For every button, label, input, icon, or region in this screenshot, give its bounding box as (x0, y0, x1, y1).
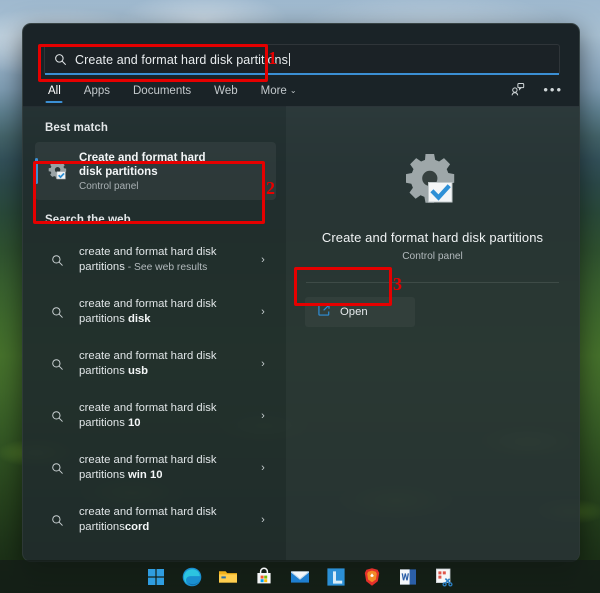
topbar-icons: ••• (510, 82, 563, 97)
search-the-web-heading: Search the web (45, 214, 131, 226)
app-l-icon[interactable] (325, 566, 347, 588)
open-external-icon (317, 303, 331, 322)
chevron-down-icon: ⌄ (289, 86, 297, 95)
web-result-row[interactable]: create and format hard disk partitions 1… (35, 390, 276, 442)
web-result-label: create and format hard disk partitions -… (79, 246, 217, 273)
search-topbar: Create and format hard disk partitions A… (23, 24, 579, 107)
chevron-right-icon[interactable]: › (250, 358, 276, 370)
web-result-label: create and format hard disk partitions d… (79, 298, 217, 325)
search-icon (35, 254, 79, 267)
best-match-title: Create and format hard disk partitions (79, 151, 206, 178)
search-results-column: Best match Create and format hard disk p… (23, 106, 286, 561)
web-result-label: create and format hard disk partitions u… (79, 350, 217, 377)
tab-documents[interactable]: Documents (131, 82, 193, 105)
chevron-right-icon[interactable]: › (250, 306, 276, 318)
search-icon (45, 53, 75, 66)
snipping-tool-icon[interactable] (433, 566, 455, 588)
annotation-number-1: 1 (268, 48, 277, 68)
preview-panel: Create and format hard disk partitions C… (286, 106, 579, 561)
control-panel-gear-check-icon (401, 152, 465, 212)
search-icon (35, 514, 79, 527)
web-result-label: create and format hard disk partitions 1… (79, 402, 217, 429)
microsoft-store-icon[interactable] (253, 566, 275, 588)
more-options-icon[interactable]: ••• (543, 83, 563, 96)
tab-apps[interactable]: Apps (82, 82, 112, 105)
web-result-label: create and format hard disk partitionsco… (79, 506, 217, 533)
search-icon (35, 358, 79, 371)
tab-apps-label: Apps (83, 85, 110, 97)
web-result-row[interactable]: create and format hard disk partitions w… (35, 442, 276, 494)
search-input[interactable]: Create and format hard disk partitions (44, 44, 560, 75)
search-filter-tabs: All Apps Documents Web More ⌄ (46, 82, 299, 105)
best-match-result[interactable]: Create and format hard disk partitions C… (35, 142, 276, 200)
annotation-number-3: 3 (393, 274, 402, 294)
best-match-text: Create and format hard disk partitions C… (79, 151, 276, 192)
start-button[interactable] (145, 566, 167, 588)
tab-more-label: More (260, 85, 287, 97)
best-match-subtitle: Control panel (79, 180, 139, 192)
word-icon[interactable] (397, 566, 419, 588)
annotation-number-2: 2 (266, 178, 275, 198)
tab-all[interactable]: All (46, 82, 63, 105)
edge-icon[interactable] (181, 566, 203, 588)
file-explorer-icon[interactable] (217, 566, 239, 588)
open-button-label: Open (340, 306, 368, 318)
windows-search-panel: Create and format hard disk partitions A… (22, 23, 580, 562)
web-results-list: create and format hard disk partitions -… (23, 234, 286, 546)
web-result-label: create and format hard disk partitions w… (79, 454, 217, 481)
tab-web-label: Web (214, 85, 238, 97)
web-result-row[interactable]: create and format hard disk partitions u… (35, 338, 276, 390)
control-panel-gear-icon (35, 160, 79, 183)
brave-browser-icon[interactable] (361, 566, 383, 588)
search-icon (35, 306, 79, 319)
chevron-right-icon[interactable]: › (250, 462, 276, 474)
search-input-value: Create and format hard disk partitions (75, 52, 288, 67)
tab-documents-label: Documents (133, 85, 192, 97)
taskbar (0, 560, 600, 593)
web-result-row[interactable]: create and format hard disk partitionsco… (35, 494, 276, 546)
web-result-row[interactable]: create and format hard disk partitions d… (35, 286, 276, 338)
tab-all-label: All (48, 85, 61, 97)
chevron-right-icon[interactable]: › (250, 514, 276, 526)
ellipsis-glyph: ••• (543, 82, 563, 97)
preview-title: Create and format hard disk partitions (321, 230, 544, 245)
tab-more[interactable]: More ⌄ (259, 82, 299, 105)
web-result-row[interactable]: create and format hard disk partitions -… (35, 234, 276, 286)
feedback-icon[interactable] (510, 82, 525, 97)
mail-icon[interactable] (289, 566, 311, 588)
chevron-right-icon[interactable]: › (250, 410, 276, 422)
preview-divider (306, 282, 559, 283)
text-caret (288, 53, 290, 66)
tab-web[interactable]: Web (212, 82, 239, 105)
preview-subtitle: Control panel (402, 251, 463, 262)
search-icon (35, 462, 79, 475)
chevron-right-icon[interactable]: › (250, 254, 276, 266)
search-icon (35, 410, 79, 423)
best-match-heading: Best match (45, 122, 108, 134)
open-button[interactable]: Open (305, 297, 415, 327)
